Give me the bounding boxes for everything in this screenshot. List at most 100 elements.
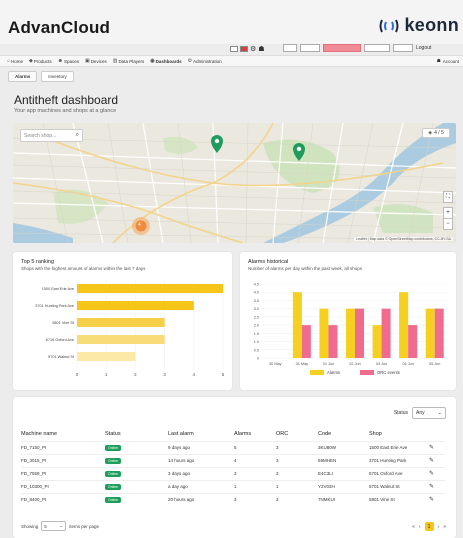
table-row[interactable]: FD_10300_PI Online a day ago 1 1 Y2V03H 5701 W… xyxy=(21,479,445,493)
filter-select-5[interactable] xyxy=(393,44,413,52)
legend-swatch xyxy=(360,370,374,375)
flag-en-icon[interactable] xyxy=(230,46,238,52)
first-page-icon[interactable]: « xyxy=(412,524,415,530)
ranking-bar[interactable] xyxy=(77,318,165,327)
historical-bar[interactable] xyxy=(346,308,355,358)
edit-icon[interactable]: ✎ xyxy=(429,445,434,451)
table-row[interactable]: FD_7559_PI Online 3 days ago 3 3 E4C3LI 5701 O… xyxy=(21,466,445,480)
chart-icon: ▥ xyxy=(112,58,118,64)
language-flags: ⚙ ☗ xyxy=(230,45,265,53)
col-alarms[interactable]: Alarms xyxy=(234,427,276,441)
filter-select-3[interactable] xyxy=(323,44,361,52)
status-select[interactable]: Any ⌄ xyxy=(412,407,446,419)
status-cell: Online xyxy=(105,492,168,506)
map-search-input[interactable]: Search shop... ⌕ xyxy=(20,129,83,142)
ranking-bar[interactable] xyxy=(77,352,136,361)
nav-item-home[interactable]: ⌂ Home xyxy=(7,58,23,64)
historical-bar[interactable] xyxy=(408,325,418,358)
shops-map[interactable]: 4 Search shop... ⌕ ◈ 4 / 5 ⛶ + − Leaflet… xyxy=(13,123,456,243)
code-cell: E4C3LI xyxy=(318,466,369,480)
historical-bar[interactable] xyxy=(399,292,409,358)
historical-bar[interactable] xyxy=(425,308,435,358)
prev-page-icon[interactable]: ‹ xyxy=(419,524,421,530)
last-page-icon[interactable]: » xyxy=(443,524,446,530)
historical-card: Alarms historical Number of alarms per d… xyxy=(240,252,456,390)
nav-label: Dashboards xyxy=(155,58,182,64)
nav-label: Administration xyxy=(193,58,222,64)
historical-bar[interactable] xyxy=(381,308,391,358)
filter-select-1[interactable] xyxy=(283,44,297,52)
machine-name-cell: FD_10300_PI xyxy=(21,479,105,493)
table-row[interactable]: FD_3015_PI Online 14 hours ago 4 3 69MHEN 3701… xyxy=(21,453,445,467)
edit-icon[interactable]: ✎ xyxy=(429,471,434,477)
x-tick-label: 31 May xyxy=(296,362,309,366)
pagination: « ‹ 1 › » xyxy=(412,522,446,531)
historical-bar[interactable] xyxy=(372,325,382,358)
col-orc[interactable]: ORC xyxy=(276,427,318,441)
y-tick-label: 4.5 xyxy=(254,283,259,287)
nav-item-spaces[interactable]: ☻ Spaces xyxy=(58,58,79,64)
layers-icon: ◈ xyxy=(428,130,433,136)
col-last-alarm[interactable]: Last alarm xyxy=(168,427,234,441)
nav-item-dashboards[interactable]: ◉ Dashboards xyxy=(150,58,181,64)
table-row[interactable]: FD_8400_PI Online 20 hours ago 3 3 7NMKUI 5801… xyxy=(21,492,445,506)
zoom-out-button[interactable]: − xyxy=(443,218,453,230)
actions-cell: ✎ xyxy=(429,479,445,493)
shop-cell: 5701 Oxford Ave xyxy=(369,466,429,480)
nav-item-data-players[interactable]: ▥ Data Players xyxy=(113,58,145,64)
account-menu[interactable]: ☗ Account xyxy=(437,58,459,64)
page-title: Antitheft dashboard xyxy=(14,93,119,107)
col-actions xyxy=(429,427,445,441)
ranking-bar[interactable] xyxy=(77,335,165,344)
settings-icon[interactable]: ⚙ xyxy=(250,45,256,53)
col-code[interactable]: Code xyxy=(318,427,369,441)
historical-bar[interactable] xyxy=(434,308,444,358)
marker-cluster[interactable] xyxy=(132,217,150,235)
historical-bar[interactable] xyxy=(292,292,302,358)
tab-inventory[interactable]: Inventory xyxy=(41,71,74,82)
col-status[interactable]: Status xyxy=(105,427,168,441)
y-tick-label: 2.0 xyxy=(254,324,259,328)
x-tick-label: 0 xyxy=(76,372,79,377)
edit-icon[interactable]: ✎ xyxy=(429,497,434,503)
per-page-select[interactable]: 5 ⌄ xyxy=(41,521,67,531)
edit-icon[interactable]: ✎ xyxy=(429,484,434,490)
historical-bar[interactable] xyxy=(355,308,364,358)
flag-es-icon[interactable] xyxy=(240,46,248,52)
edit-icon[interactable]: ✎ xyxy=(429,458,434,464)
nav-item-devices[interactable]: ▣ Devices xyxy=(85,58,107,64)
page-button-current[interactable]: 1 xyxy=(424,522,434,531)
map-layer-control[interactable]: ◈ 4 / 5 xyxy=(422,128,450,138)
x-tick-label: 02 Jun xyxy=(349,362,360,366)
nav-item-administration[interactable]: ⚙ Administration xyxy=(188,58,222,64)
ranking-bar[interactable] xyxy=(77,284,223,293)
historical-bar[interactable] xyxy=(319,308,329,358)
map-control-label: 4 / 5 xyxy=(434,130,444,136)
nav-label: Devices xyxy=(90,58,107,64)
col-machine-name[interactable]: Machine name xyxy=(21,427,105,441)
tab-alarms[interactable]: Alarms xyxy=(8,71,38,82)
actions-cell: ✎ xyxy=(429,466,445,480)
historical-bar[interactable] xyxy=(328,325,338,358)
last-alarm-cell: 14 hours ago xyxy=(168,453,234,467)
logout-link[interactable]: Logout xyxy=(416,45,431,51)
keonn-logo-icon xyxy=(379,19,399,32)
showing-label: Showing xyxy=(21,523,39,529)
filter-select-4[interactable] xyxy=(364,44,390,52)
filter-select-2[interactable] xyxy=(300,44,320,52)
brand-name: keonn xyxy=(404,15,459,35)
next-page-icon[interactable]: › xyxy=(438,524,440,530)
app-title: AdvanCloud xyxy=(8,18,111,37)
ranking-bar[interactable] xyxy=(77,301,194,310)
fullscreen-button[interactable]: ⛶ xyxy=(443,191,453,203)
nav-item-products[interactable]: ◆ Products xyxy=(29,58,52,64)
user-icon[interactable]: ☗ xyxy=(258,45,264,53)
nav-label: Products xyxy=(33,58,52,64)
col-shop[interactable]: Shop xyxy=(369,427,429,441)
per-page-label: items per page xyxy=(69,523,100,529)
table-row[interactable]: FD_7150_PI Online 9 days ago 5 3 3KU80W 1500 E… xyxy=(21,440,445,454)
historical-bar[interactable] xyxy=(301,325,311,358)
status-cell: Online xyxy=(105,479,168,493)
main-nav: ⌂ Home ◆ Products ☻ Spaces ▣ Devices ▥ Data P… xyxy=(0,55,463,67)
nav-label: Spaces xyxy=(63,58,79,64)
